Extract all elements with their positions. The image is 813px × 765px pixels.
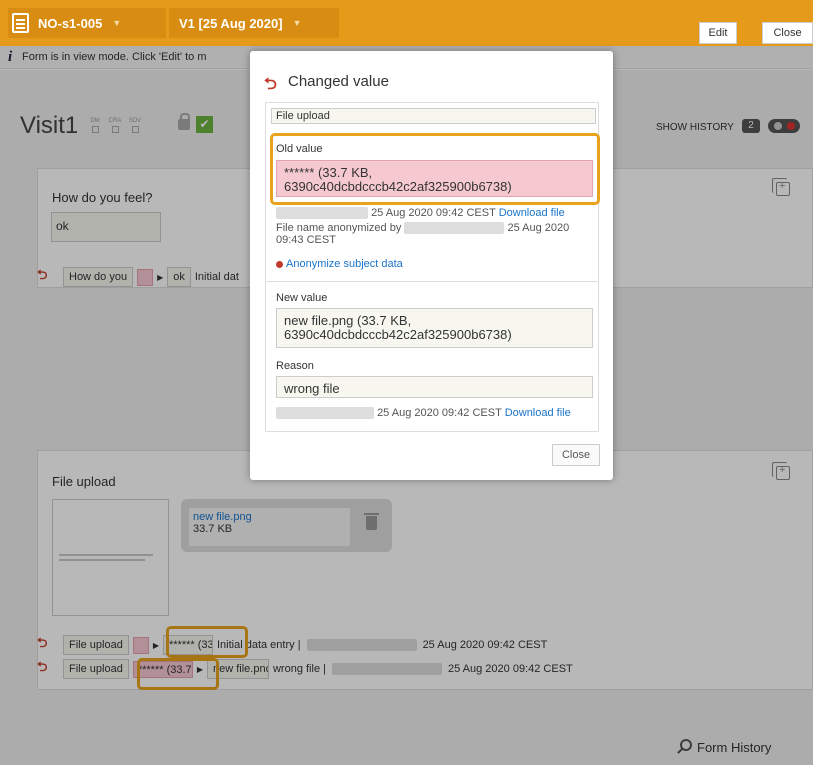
new-value-date: 25 Aug 2020 09:42 CEST [377,407,502,419]
edit-button[interactable]: Edit [699,22,737,44]
form-name: NO-s1-005 [38,15,103,31]
dialog-title: Changed value [288,73,389,90]
anonymize-link[interactable]: Anonymize subject data [276,258,403,270]
old-value-date: 25 Aug 2020 09:42 CEST [371,207,496,219]
redacted-user [404,222,505,235]
document-icon [12,13,29,33]
redacted-user [276,207,368,220]
redacted-user [276,407,374,420]
anonymized-meta: File name anonymized by 25 Aug 2020 [276,222,570,235]
anonymized-by-label: File name anonymized by [276,222,402,234]
download-file-link[interactable]: Download file [505,407,571,419]
new-value: new file.png (33.7 KB, 6390c40dcbdcccb42… [276,308,593,348]
old-value-meta: 25 Aug 2020 09:42 CEST Download file [276,207,565,220]
highlight-box [270,133,600,205]
chevron-down-icon: ▼ [292,18,302,28]
new-value-meta: 25 Aug 2020 09:42 CEST Download file [276,407,571,420]
changed-value-dialog: ⮌ Changed value File upload Old value **… [250,51,613,480]
visit-selector[interactable]: V1 [25 Aug 2020] ▼ [169,8,339,38]
anonymized-time: 09:43 CEST [276,234,336,246]
anonymize-link-label: Anonymize subject data [286,258,403,270]
reason-label: Reason [276,360,314,372]
close-form-button[interactable]: Close [762,22,813,44]
reason-value: wrong file [276,376,593,398]
close-dialog-button[interactable]: Close [552,444,600,466]
chevron-down-icon: ▼ [112,18,122,28]
form-selector[interactable]: NO-s1-005 ▼ [8,8,166,38]
visit-name: V1 [25 Aug 2020] [179,15,283,31]
top-bar: NO-s1-005 ▼ V1 [25 Aug 2020] ▼ Edit Clos… [0,0,813,46]
anonymized-date: 25 Aug 2020 [507,222,570,234]
divider [265,281,599,282]
anonymize-icon [276,260,283,268]
new-value-label: New value [276,292,328,304]
field-name: File upload [271,108,596,124]
download-file-link[interactable]: Download file [499,207,565,219]
undo-icon: ⮌ [264,76,277,93]
